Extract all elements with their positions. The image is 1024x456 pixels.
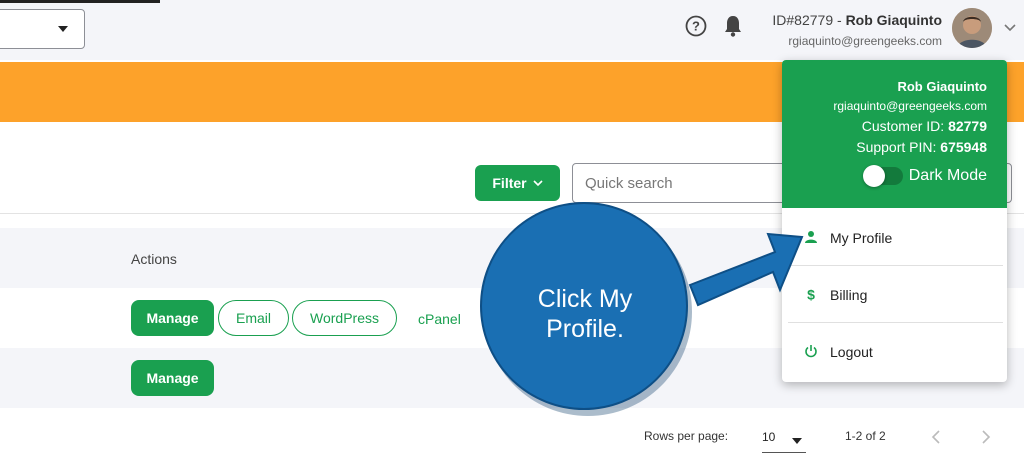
email-button[interactable]: Email: [218, 300, 289, 336]
wordpress-button[interactable]: WordPress: [292, 300, 397, 336]
top-bar: [0, 0, 1024, 60]
help-icon[interactable]: ?: [685, 15, 707, 37]
filter-button[interactable]: Filter: [475, 165, 560, 201]
customer-id-label: Customer ID:: [861, 118, 945, 134]
caret-down-icon: [792, 438, 802, 444]
dropdown-user-email: rgiaquinto@greengeeks.com: [833, 99, 987, 113]
support-pin-label: Support PIN:: [856, 139, 937, 155]
user-name: Rob Giaquinto: [845, 12, 942, 28]
account-select[interactable]: [0, 9, 85, 49]
divider: [788, 265, 1003, 266]
menu-item-label: Billing: [830, 287, 868, 303]
filter-label: Filter: [492, 175, 527, 191]
search-placeholder: Quick search: [585, 175, 673, 192]
chevron-down-icon[interactable]: [1004, 24, 1016, 32]
top-line: [0, 0, 160, 3]
menu-item-label: My Profile: [830, 230, 893, 246]
toggle-knob: [863, 165, 885, 187]
power-icon: [805, 345, 817, 358]
dropdown-user-name: Rob Giaquinto: [897, 79, 987, 94]
divider: [788, 322, 1003, 323]
menu-item-label: Logout: [830, 344, 873, 360]
menu-item-logout[interactable]: Logout: [782, 324, 1007, 380]
callout-line-2: Profile.: [546, 315, 624, 343]
chevron-down-icon: [533, 179, 543, 186]
cpanel-link[interactable]: cPanel: [418, 311, 461, 327]
customer-id: Customer ID: 82779: [862, 118, 987, 134]
support-pin-value: 675948: [940, 139, 987, 155]
bell-icon[interactable]: [722, 14, 744, 38]
user-id-text: ID#82779 -: [772, 12, 846, 28]
pagination-range: 1-2 of 2: [845, 429, 886, 443]
avatar[interactable]: [952, 8, 992, 48]
callout-text: Click My Profile.: [500, 284, 670, 344]
rows-per-page-value: 10: [762, 430, 776, 444]
rows-per-page-select[interactable]: 10: [762, 424, 806, 453]
rows-per-page-label: Rows per page:: [644, 429, 729, 443]
dark-mode-label: Dark Mode: [908, 167, 987, 184]
support-pin: Support PIN: 675948: [856, 139, 987, 155]
chevron-right-icon[interactable]: [980, 430, 992, 444]
manage-button[interactable]: Manage: [131, 300, 214, 336]
manage-button[interactable]: Manage: [131, 360, 214, 396]
user-info-panel: Rob Giaquinto rgiaquinto@greengeeks.com …: [782, 60, 1007, 208]
caret-down-icon: [58, 26, 68, 32]
user-email: rgiaquinto@greengeeks.com: [788, 34, 942, 48]
user-id-line: ID#82779 - Rob Giaquinto: [772, 12, 942, 28]
column-header-actions: Actions: [131, 251, 177, 267]
callout-line-1: Click My: [537, 285, 633, 313]
chevron-left-icon[interactable]: [930, 430, 942, 444]
dark-mode-toggle[interactable]: [863, 165, 903, 187]
svg-text:?: ?: [692, 19, 700, 34]
customer-id-value: 82779: [948, 118, 987, 134]
